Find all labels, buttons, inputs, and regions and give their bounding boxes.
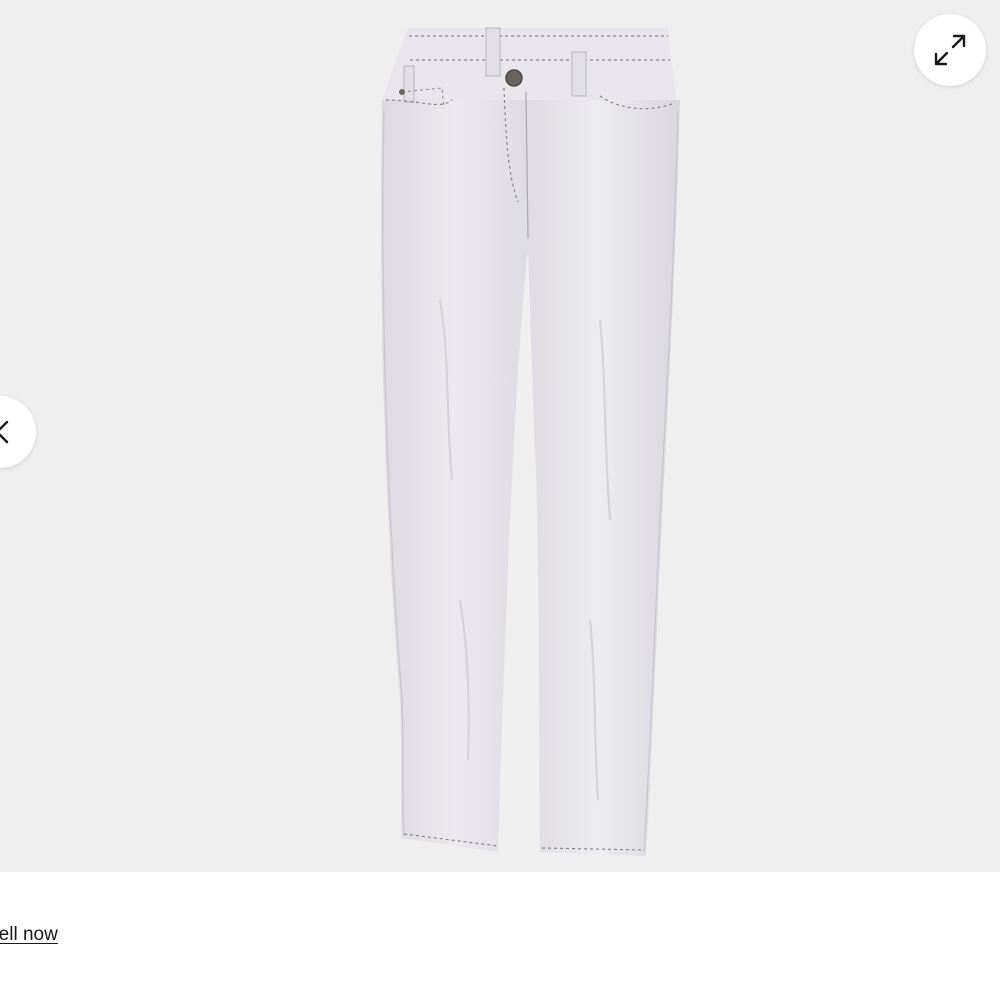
- sell-now-link[interactable]: Sell now: [0, 924, 58, 946]
- expand-button[interactable]: [914, 14, 986, 86]
- expand-arrows-icon: [934, 34, 966, 66]
- footer-bar: [0, 872, 1000, 1000]
- chevron-left-icon: [0, 420, 9, 444]
- product-image: [380, 27, 680, 856]
- image-viewer: [0, 0, 1000, 872]
